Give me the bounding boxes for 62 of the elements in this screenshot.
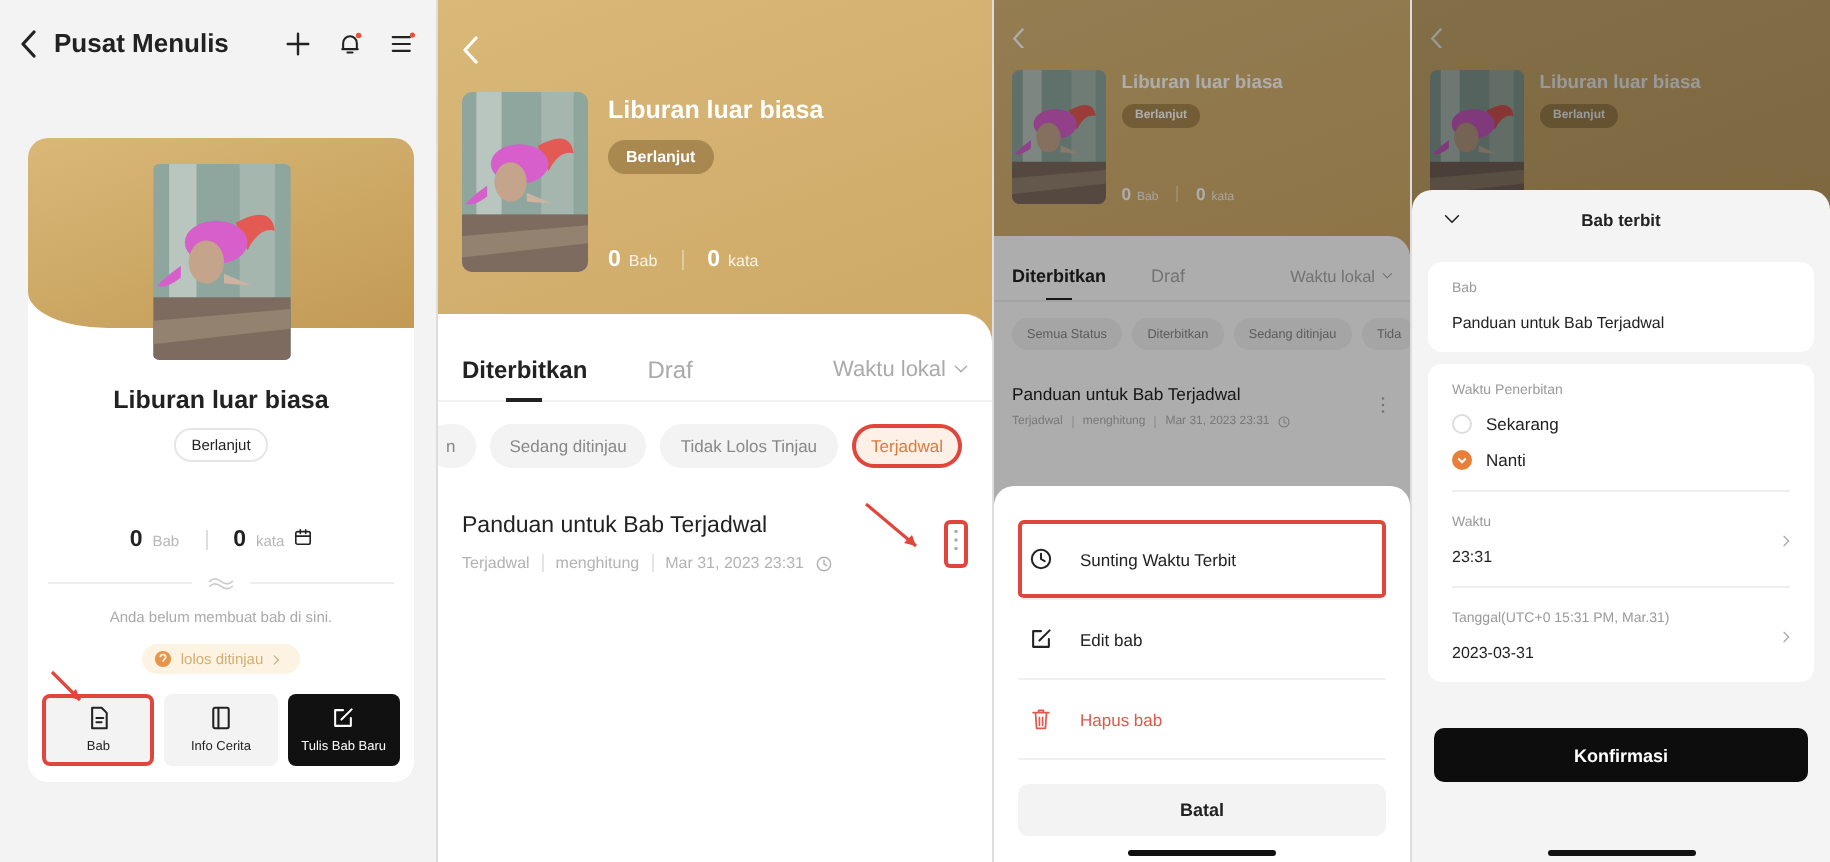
option-label: Sekarang (1486, 414, 1559, 434)
word-count: 0 (1195, 184, 1206, 204)
chapter-unit: Bab (628, 252, 658, 270)
chevron-right-icon (1782, 630, 1790, 644)
status-badge: Berlanjut (608, 140, 714, 174)
word-count: menghitung (541, 554, 652, 572)
option-label: Nanti (1486, 450, 1526, 470)
chapter-title: Panduan untuk Bab Terjadwal (1012, 384, 1243, 405)
cancel-button[interactable]: Batal (1018, 784, 1386, 836)
tab[interactable]: Diterbitkan (462, 337, 588, 401)
book-title: Liburan luar biasa (1539, 72, 1701, 92)
field-value: Panduan untuk Bab Terjadwal (1452, 314, 1667, 332)
book-icon (209, 706, 232, 730)
word-unit: kata (728, 252, 759, 270)
menu-item[interactable]: Hapus bab (1018, 680, 1386, 760)
menu-icon[interactable] (390, 31, 416, 55)
tab[interactable]: Draf (647, 337, 693, 401)
menu-item[interactable]: Sunting Waktu Terbit (1018, 520, 1386, 600)
chapter-title: Panduan untuk Bab Terjadwal (462, 514, 770, 538)
wave-icon (208, 576, 234, 590)
back-icon[interactable] (20, 29, 38, 57)
word-count: 0 (707, 248, 721, 272)
document-icon (87, 706, 110, 730)
trash-icon (1030, 708, 1052, 730)
chapter-count: 0 (129, 528, 143, 552)
edit-icon (1030, 628, 1052, 650)
book-title: Liburan luar biasa (608, 96, 824, 124)
book-title: Liburan luar biasa (113, 386, 329, 414)
badge-icon (154, 650, 173, 668)
chevron-right-icon (1782, 534, 1790, 548)
more-icon (952, 527, 960, 551)
publish-time: Mar 31, 2023 23:31 (651, 554, 816, 572)
confirm-button[interactable]: Konfirmasi (1434, 728, 1808, 782)
more-icon (1379, 396, 1386, 415)
radio-button[interactable] (1452, 450, 1472, 470)
filter-chip[interactable]: Sedang ditinjau (489, 424, 647, 468)
collapse-icon[interactable] (1444, 214, 1460, 224)
filter-chip[interactable]: Terjadwal (851, 424, 963, 468)
calendar-icon (294, 528, 313, 546)
chevron-down-icon (954, 364, 968, 374)
edit-icon (332, 706, 355, 730)
page-title: Pusat Menulis (54, 28, 231, 58)
sheet-title: Bab terbit (1581, 210, 1661, 230)
clock-icon (1030, 548, 1052, 570)
word-count: 0 (233, 528, 246, 552)
chapter-status: Terjadwal (462, 554, 532, 572)
bell-icon[interactable] (338, 31, 362, 55)
tab[interactable]: Diterbitkan (1012, 252, 1107, 301)
filter-chip[interactable]: n (438, 424, 476, 468)
filter-chip[interactable]: Tidak Lolos Tinjau (660, 424, 838, 468)
sort-dropdown[interactable]: Waktu lokal (833, 337, 968, 401)
book-title: Liburan luar biasa (1121, 72, 1283, 92)
sort-dropdown[interactable]: Waktu lokal (1290, 252, 1392, 301)
chevron-right-icon (271, 653, 280, 665)
chapter-count: 0 (1121, 184, 1132, 204)
check-icon (1456, 454, 1468, 466)
tab[interactable]: Draf (1151, 252, 1186, 301)
plus-icon[interactable] (286, 31, 310, 55)
clock-icon (816, 555, 832, 571)
more-button[interactable] (944, 519, 968, 567)
menu-item[interactable]: Edit bab (1018, 600, 1386, 680)
chapter-count: 0 (608, 248, 621, 272)
